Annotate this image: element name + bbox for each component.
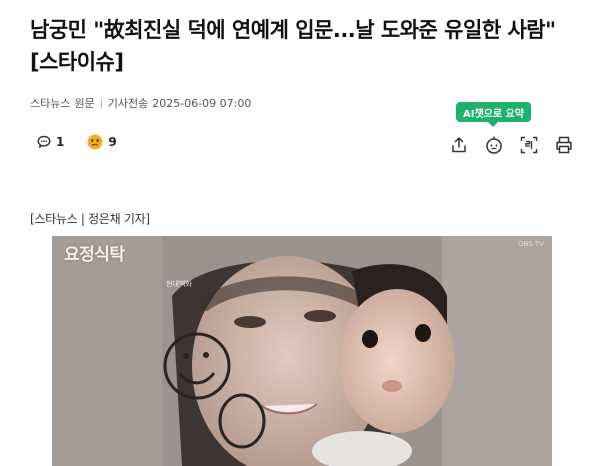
print-icon	[556, 136, 572, 154]
font-size-button[interactable]	[518, 134, 540, 156]
article-meta: 스타뉴스 원문 기사전송 2025-06-09 07:00	[30, 95, 251, 111]
ai-summary-tooltip[interactable]: AI챗으로 요약	[456, 102, 531, 127]
share-icon	[452, 137, 466, 153]
emoji-count: 9	[108, 135, 117, 149]
photo-illustration	[52, 236, 552, 466]
ai-summary-button[interactable]	[483, 134, 505, 156]
broadcaster-logo: OBS TV	[518, 240, 544, 248]
article-photo[interactable]: 요정식탁 OBS TV 현대백화	[52, 236, 552, 466]
article-title: 남궁민 "故최진실 덕에 연예계 입문...날 도와준 유일한 사람"[스타이슈…	[30, 18, 556, 74]
print-button[interactable]	[553, 134, 575, 156]
comment-count: 1	[56, 135, 65, 149]
byline: [스타뉴스 | 정은채 기자]	[30, 212, 150, 226]
emoji-reaction-button[interactable]: 9	[86, 133, 117, 151]
comment-button[interactable]: 1	[36, 134, 64, 150]
photo-watermark: 요정식탁	[64, 245, 125, 265]
background-sign: 현대백화	[166, 280, 192, 288]
source-name[interactable]: 스타뉴스	[30, 95, 70, 111]
sent-label: 기사전송	[107, 97, 149, 110]
sad-face-icon	[87, 134, 103, 150]
origin-link[interactable]: 원문	[74, 95, 94, 111]
meta-divider	[100, 98, 102, 108]
reactions-bar: 1 9	[36, 133, 139, 151]
ai-bot-icon	[486, 136, 502, 154]
timestamp: 2025-06-09 07:00	[152, 96, 252, 110]
article-toolbar	[448, 134, 575, 156]
comment-icon	[37, 135, 51, 149]
share-button[interactable]	[448, 134, 470, 156]
font-size-icon	[520, 136, 538, 154]
